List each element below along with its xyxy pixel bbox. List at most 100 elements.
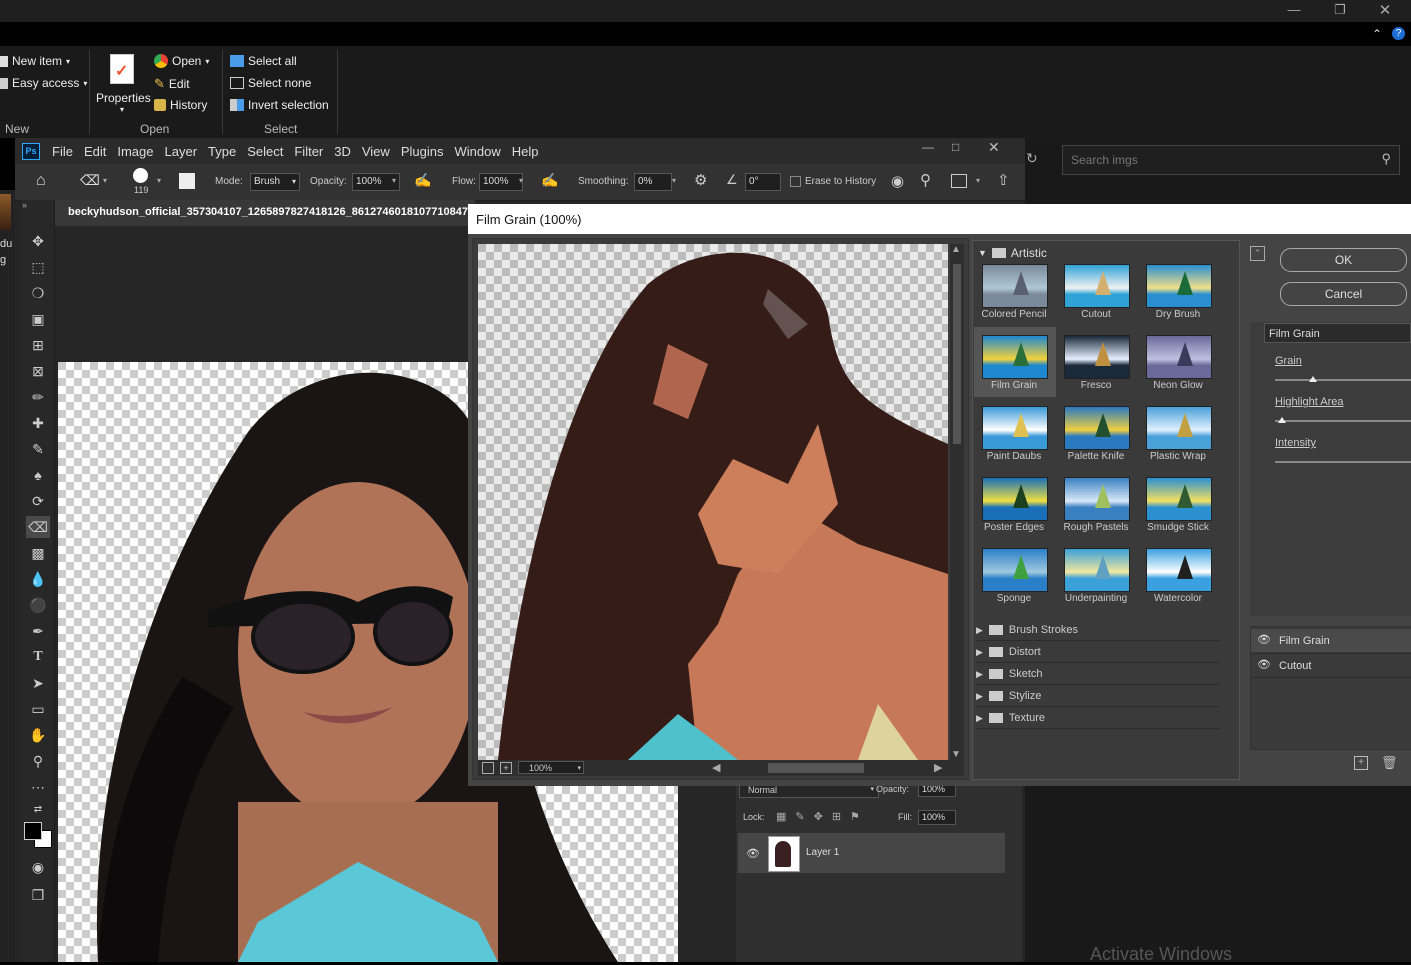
menu-type[interactable]: Type xyxy=(208,144,236,159)
eye-icon[interactable]: 👁 xyxy=(1257,658,1271,671)
invert-selection-button[interactable]: Invert selection xyxy=(230,98,329,112)
menu-image[interactable]: Image xyxy=(117,144,153,159)
screen-mode-icon[interactable]: ❐ xyxy=(26,884,50,906)
eraser-tool-icon[interactable]: ⌫ xyxy=(80,172,100,189)
chevron-up-icon[interactable]: ⌃ xyxy=(1372,27,1382,41)
foreground-color-swatch[interactable] xyxy=(24,822,42,840)
ps-close-icon[interactable]: ✕ xyxy=(988,139,1000,156)
marquee-tool-icon[interactable]: ⬚ xyxy=(26,256,50,278)
gear-icon[interactable]: ⚙ xyxy=(694,171,707,189)
filter-thumbnail[interactable] xyxy=(1146,335,1212,379)
scroll-right-icon[interactable]: ▶ xyxy=(934,761,942,774)
refresh-icon[interactable]: ↻ xyxy=(1026,150,1038,167)
select-all-button[interactable]: Select all xyxy=(230,54,297,68)
healing-brush-icon[interactable]: ✚ xyxy=(26,412,50,434)
filter-thumbnail[interactable] xyxy=(1064,335,1130,379)
collapse-icon[interactable]: » xyxy=(22,200,27,210)
menu-filter[interactable]: Filter xyxy=(294,144,323,159)
delete-effect-layer-icon[interactable]: 🗑 xyxy=(1381,755,1398,771)
chevron-down-icon[interactable]: ▾ xyxy=(392,176,396,185)
select-none-button[interactable]: Select none xyxy=(230,76,311,90)
filter-thumbnail[interactable] xyxy=(1064,264,1130,308)
chevron-down-icon[interactable]: ▾ xyxy=(157,176,161,185)
filter-thumbnail[interactable] xyxy=(982,335,1048,379)
search-box[interactable]: ⚲ xyxy=(1062,145,1400,175)
history-brush-icon[interactable]: ⟳ xyxy=(26,490,50,512)
close-icon[interactable]: ✕ xyxy=(1375,1,1395,19)
erase-history-checkbox[interactable] xyxy=(790,176,801,187)
rectangle-tool-icon[interactable]: ▭ xyxy=(26,698,50,720)
filter-category-row[interactable]: ▶ Sketch xyxy=(976,664,1220,685)
frame-tool-icon[interactable]: ⊠ xyxy=(26,360,50,382)
horizontal-scrollbar-thumb[interactable] xyxy=(768,763,864,773)
chevron-down-icon[interactable]: ▾ xyxy=(672,176,676,185)
filter-select[interactable]: Film Grain xyxy=(1264,323,1411,343)
chevron-down-icon[interactable]: ▾ xyxy=(103,176,107,185)
brush-tool-icon[interactable]: ✎ xyxy=(26,438,50,460)
chevron-down-icon[interactable]: ▾ xyxy=(976,176,980,185)
menu-help[interactable]: Help xyxy=(512,144,539,159)
grain-slider-track[interactable] xyxy=(1275,379,1411,381)
quick-mask-icon[interactable]: ◉ xyxy=(26,856,50,878)
eye-icon[interactable]: 👁 xyxy=(1257,633,1271,646)
new-effect-layer-icon[interactable]: + xyxy=(1354,756,1368,770)
eraser-tool-icon[interactable]: ⌫ xyxy=(26,516,50,538)
cancel-button[interactable]: Cancel xyxy=(1280,282,1407,306)
menu-select[interactable]: Select xyxy=(247,144,283,159)
stamp-tool-icon[interactable]: ♠ xyxy=(26,464,50,486)
share-icon[interactable]: ⇧ xyxy=(997,171,1010,189)
filter-thumbnail[interactable] xyxy=(1064,406,1130,450)
filter-category-row[interactable]: ▶ Texture xyxy=(976,708,1220,729)
type-tool-icon[interactable]: T xyxy=(26,646,50,668)
filter-thumbnail[interactable] xyxy=(1146,406,1212,450)
filter-category-row[interactable]: ▶ Distort xyxy=(976,642,1220,663)
object-select-icon[interactable]: ▣ xyxy=(26,308,50,330)
gradient-tool-icon[interactable]: ▩ xyxy=(26,542,50,564)
easy-access-button[interactable]: Easy access ▾ xyxy=(0,76,87,90)
pressure-size-icon[interactable]: ◉ xyxy=(891,172,904,190)
highlight-slider-knob[interactable] xyxy=(1277,417,1286,423)
filter-thumbnail[interactable] xyxy=(982,406,1048,450)
collapse-gallery-icon[interactable]: ⌃ xyxy=(1250,246,1265,261)
lasso-tool-icon[interactable]: ❍ xyxy=(26,282,50,304)
scroll-down-icon[interactable]: ▼ xyxy=(951,749,961,760)
pressure-opacity-icon[interactable]: ✍ xyxy=(414,172,431,189)
fill-field[interactable]: 100% xyxy=(918,810,956,825)
path-select-icon[interactable]: ➤ xyxy=(26,672,50,694)
filter-thumbnail[interactable] xyxy=(1064,548,1130,592)
scroll-up-icon[interactable]: ▲ xyxy=(951,244,961,255)
more-tools-icon[interactable]: ⋯ xyxy=(26,776,50,798)
zoom-in-icon[interactable]: + xyxy=(500,762,512,774)
artistic-folder[interactable]: ▼ Artistic xyxy=(978,246,1047,260)
filter-thumbnail[interactable] xyxy=(982,477,1048,521)
filter-thumbnail[interactable] xyxy=(982,548,1048,592)
properties-button[interactable]: ✓ Properties ▾ xyxy=(96,54,151,114)
menu-layer[interactable]: Layer xyxy=(165,144,198,159)
effect-layer-row[interactable]: 👁 Film Grain xyxy=(1251,629,1411,652)
layer-visibility-eye-icon[interactable]: 👁 xyxy=(746,847,760,860)
edit-button[interactable]: ✎ Edit xyxy=(154,76,190,92)
ok-button[interactable]: OK xyxy=(1280,248,1407,272)
blur-tool-icon[interactable]: 💧 xyxy=(26,568,50,590)
scrollbar-thumb[interactable] xyxy=(953,264,961,444)
hand-tool-icon[interactable]: ✋ xyxy=(26,724,50,746)
filter-thumbnail[interactable] xyxy=(1064,477,1130,521)
ps-maximize-icon[interactable]: □ xyxy=(952,140,959,154)
filter-thumbnail[interactable] xyxy=(1146,264,1212,308)
maximize-icon[interactable]: ❐ xyxy=(1330,2,1350,18)
airbrush-icon[interactable]: ✍ xyxy=(541,172,558,189)
angle-field[interactable]: 0° xyxy=(745,173,781,191)
dodge-tool-icon[interactable]: ⚫ xyxy=(26,594,50,616)
history-button[interactable]: History xyxy=(154,98,207,112)
effect-layer-row[interactable]: 👁 Cutout xyxy=(1251,653,1411,678)
eyedropper-icon[interactable]: ✏ xyxy=(26,386,50,408)
menu-edit[interactable]: Edit xyxy=(84,144,106,159)
menu-plugins[interactable]: Plugins xyxy=(401,144,444,159)
layer-row[interactable]: 👁 Layer 1 xyxy=(738,833,1005,873)
smoothing-field[interactable]: 0% xyxy=(634,173,672,191)
zoom-tool-icon[interactable]: ⚲ xyxy=(26,750,50,772)
mode-select[interactable]: Brush ▾ xyxy=(250,173,300,191)
menu-window[interactable]: Window xyxy=(454,144,500,159)
search-input[interactable] xyxy=(1069,151,1363,169)
lock-icons[interactable]: ▦✎✥⊞⚑ xyxy=(776,810,869,823)
